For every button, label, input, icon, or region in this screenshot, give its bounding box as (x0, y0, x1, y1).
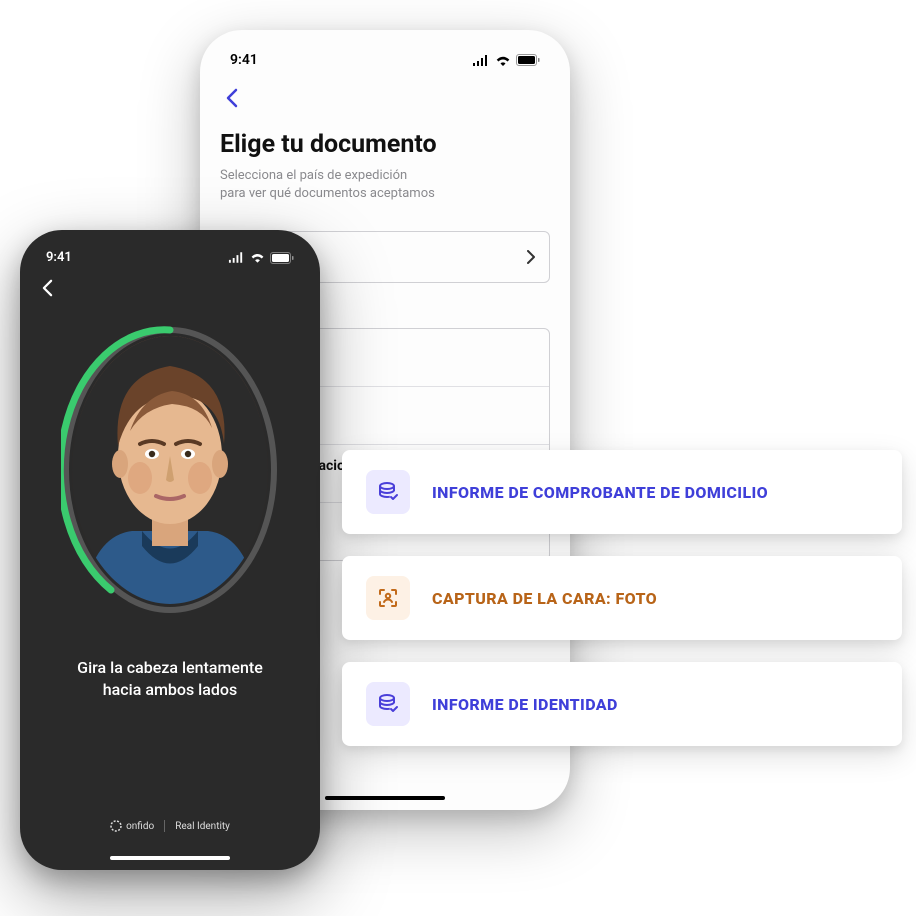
card-label: INFORME DE IDENTIDAD (432, 695, 618, 714)
back-button[interactable] (36, 275, 304, 313)
chevron-left-icon (226, 88, 238, 108)
card-identity-report[interactable]: INFORME DE IDENTIDAD (342, 662, 902, 746)
brand-footer: onfido Real Identity (20, 820, 320, 832)
database-check-icon (366, 682, 410, 726)
face-oval (61, 325, 279, 615)
chevron-left-icon (42, 279, 53, 297)
battery-icon (516, 54, 540, 66)
onfido-logo-icon (110, 820, 122, 832)
battery-icon (270, 252, 294, 264)
status-time: 9:41 (46, 250, 72, 265)
card-label: INFORME DE COMPROBANTE DE DOMICILIO (432, 483, 768, 502)
status-bar: 9:41 (220, 48, 550, 82)
onfido-logo: onfido (110, 820, 154, 832)
home-indicator (110, 856, 230, 860)
phone-face-capture: 9:41 (20, 230, 320, 870)
brand-divider (164, 820, 165, 832)
card-face-capture[interactable]: CAPTURA DE LA CARA: FOTO (342, 556, 902, 640)
wifi-icon (250, 252, 265, 263)
card-label: CAPTURA DE LA CARA: FOTO (432, 589, 657, 608)
face-preview (72, 336, 268, 604)
brand-tagline: Real Identity (175, 821, 230, 832)
back-button[interactable] (220, 82, 550, 130)
page-subtitle: Selecciona el país de expedición para ve… (220, 167, 550, 203)
home-indicator (325, 796, 445, 800)
card-proof-of-address[interactable]: INFORME DE COMPROBANTE DE DOMICILIO (342, 450, 902, 534)
database-check-icon (366, 470, 410, 514)
face-scan-icon (366, 576, 410, 620)
status-time: 9:41 (230, 52, 258, 68)
report-cards: INFORME DE COMPROBANTE DE DOMICILIO CAPT… (342, 450, 902, 746)
status-icons (228, 252, 294, 264)
status-bar: 9:41 (36, 246, 304, 275)
signal-icon (472, 55, 490, 66)
chevron-right-icon (527, 250, 535, 264)
status-icons (472, 54, 540, 66)
face-capture-area (36, 325, 304, 615)
face-instruction: Gira la cabeza lentamente hacia ambos la… (36, 657, 304, 702)
page-title: Elige tu documento (220, 130, 550, 159)
wifi-icon (495, 55, 511, 66)
signal-icon (228, 252, 245, 263)
